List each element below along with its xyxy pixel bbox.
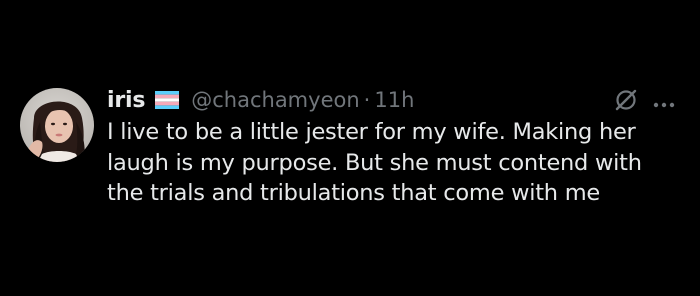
- separator-dot: ·: [363, 88, 371, 112]
- more-icon[interactable]: [651, 95, 677, 108]
- transgender-flag-icon: [155, 91, 180, 109]
- timestamp[interactable]: 11h: [374, 88, 414, 112]
- tweet-text: I live to be a little jester for my wife…: [107, 117, 692, 209]
- tweet[interactable]: iris @chachamyeon · 11h I live to be a l…: [0, 0, 700, 296]
- tweet-text-line: laugh is my purpose. But she must conten…: [107, 149, 642, 176]
- tweet-text-line: the trials and tribulations that come wi…: [107, 180, 600, 206]
- avatar-image: [20, 88, 94, 162]
- grok-icon[interactable]: [613, 87, 639, 113]
- avatar[interactable]: [20, 88, 94, 162]
- tweet-text-line: I live to be a little jester for my wife…: [107, 119, 636, 145]
- tweet-header: iris @chachamyeon · 11h: [107, 83, 414, 117]
- handle[interactable]: @chachamyeon: [191, 88, 359, 112]
- display-name[interactable]: iris: [107, 88, 145, 113]
